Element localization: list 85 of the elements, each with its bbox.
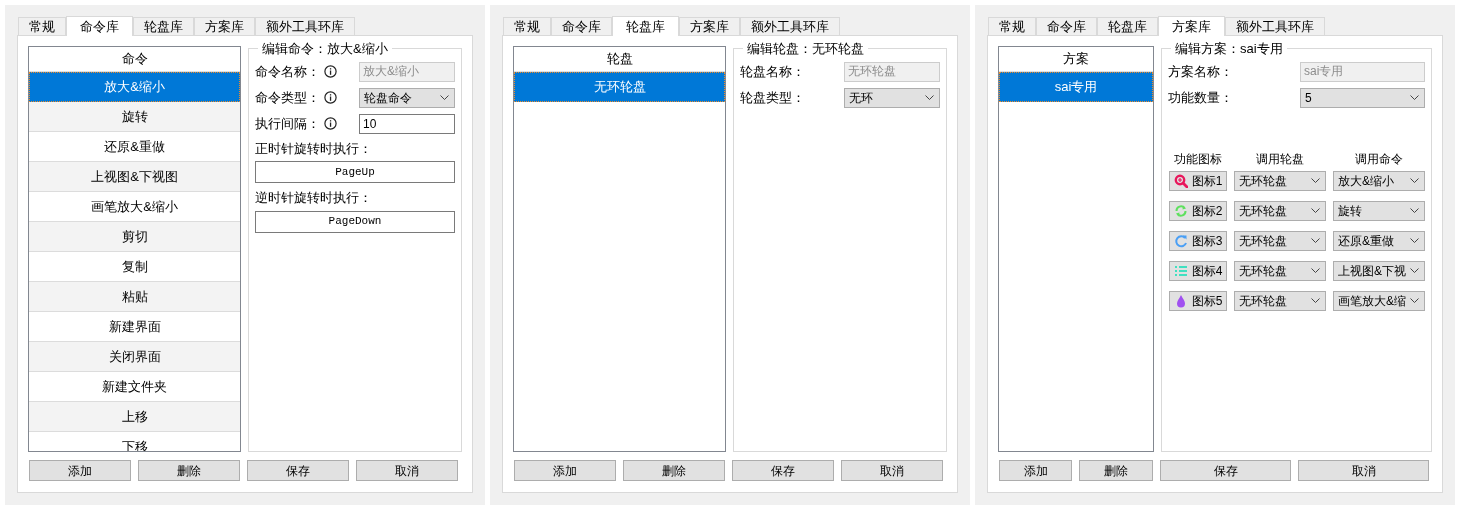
chevron-icon <box>1311 178 1320 183</box>
column-header: 调用命令 <box>1354 150 1404 168</box>
icon-button[interactable]: 图标4 <box>1169 260 1227 281</box>
chevron-icon <box>1410 238 1419 243</box>
dropdown[interactable]: 无环轮盘 <box>1234 200 1326 221</box>
dropdown[interactable]: 轮盘命令 <box>359 87 455 108</box>
chevron-icon <box>1410 298 1419 303</box>
dropdown[interactable]: 无环 <box>844 87 940 108</box>
key-field[interactable]: PageUp <box>255 161 455 183</box>
button[interactable]: 删除 <box>623 460 725 481</box>
button[interactable]: 取消 <box>356 460 458 481</box>
list-item[interactable]: 关闭界面 <box>29 342 240 372</box>
dropdown[interactable]: 旋转 <box>1333 200 1425 221</box>
list-item[interactable]: 无环轮盘 <box>514 72 725 102</box>
icon-button[interactable]: 图标3 <box>1169 230 1227 251</box>
tab[interactable]: 常规 <box>18 17 66 35</box>
group-title: 编辑方案：sai专用 <box>1174 40 1284 58</box>
tab[interactable]: 额外工具环库 <box>740 17 840 35</box>
tab[interactable]: 方案库 <box>1158 16 1225 36</box>
key-field[interactable]: PageDown <box>255 210 455 233</box>
icon-button[interactable]: 图标2 <box>1169 200 1227 221</box>
chevron-icon <box>925 95 934 100</box>
icon-button[interactable]: 图标1 <box>1169 170 1227 191</box>
list-item[interactable]: 剪切 <box>29 222 240 252</box>
button[interactable]: 添加 <box>29 460 131 481</box>
list-item[interactable]: 上移 <box>29 402 240 432</box>
button[interactable]: 保存 <box>247 460 349 481</box>
button[interactable]: 添加 <box>999 460 1072 481</box>
dropdown[interactable]: 5 <box>1300 87 1425 108</box>
dropdown[interactable]: 无环轮盘 <box>1234 230 1326 251</box>
button[interactable]: 删除 <box>1079 460 1153 481</box>
column-header: 功能图标 <box>1173 150 1223 168</box>
field-label: 方案名称： <box>1168 62 1233 81</box>
column-header: 调用轮盘 <box>1255 150 1305 168</box>
dropdown[interactable]: 画笔放大&缩 <box>1333 290 1425 311</box>
tab[interactable]: 方案库 <box>194 17 255 35</box>
tab[interactable]: 命令库 <box>551 17 612 35</box>
button[interactable]: 取消 <box>1298 460 1429 481</box>
dropdown[interactable]: 无环轮盘 <box>1234 260 1326 281</box>
button[interactable]: 删除 <box>138 460 240 481</box>
tab[interactable]: 命令库 <box>1036 17 1097 35</box>
list-item[interactable]: 粘贴 <box>29 282 240 312</box>
button[interactable]: 添加 <box>514 460 616 481</box>
button[interactable]: 保存 <box>1160 460 1291 481</box>
tab[interactable]: 额外工具环库 <box>1225 17 1325 35</box>
chevron-icon <box>1410 178 1419 183</box>
chevron-icon <box>440 95 449 100</box>
field-label: 命令名称： <box>255 62 320 81</box>
field-label: 逆时针旋转时执行： <box>255 189 373 207</box>
chevron-icon <box>1311 238 1320 243</box>
group-title: 编辑命令：放大&缩小 <box>261 40 389 58</box>
field-label: 轮盘名称： <box>740 62 805 81</box>
dropdown[interactable]: 还原&重做 <box>1333 230 1425 251</box>
tab[interactable]: 轮盘库 <box>612 16 679 36</box>
chevron-icon <box>1410 95 1419 100</box>
button[interactable]: 保存 <box>732 460 834 481</box>
tab[interactable]: 轮盘库 <box>133 17 194 35</box>
tab[interactable]: 额外工具环库 <box>255 17 355 35</box>
list-item[interactable]: 旋转 <box>29 102 240 132</box>
group-title: 编辑轮盘：无环轮盘 <box>746 40 865 58</box>
text-field[interactable]: 10 <box>359 113 455 134</box>
list-item[interactable]: 放大&缩小 <box>29 72 240 102</box>
chevron-icon <box>1410 268 1419 273</box>
dropdown[interactable]: 无环轮盘 <box>1234 170 1326 191</box>
chevron-icon <box>1311 298 1320 303</box>
tab[interactable]: 常规 <box>503 17 551 35</box>
dropdown[interactable]: 放大&缩小 <box>1333 170 1425 191</box>
tab[interactable]: 轮盘库 <box>1097 17 1158 35</box>
field-label: 正时针旋转时执行： <box>255 139 373 158</box>
chevron-icon <box>1311 208 1320 213</box>
field-label: 命令类型： <box>255 88 320 107</box>
icon-button[interactable]: 图标5 <box>1169 290 1227 311</box>
list-item[interactable]: 上视图&下视图 <box>29 162 240 192</box>
dropdown[interactable]: 无环轮盘 <box>1234 290 1326 311</box>
tab[interactable]: 方案库 <box>679 17 740 35</box>
button[interactable]: 取消 <box>841 460 943 481</box>
field-label: 轮盘类型： <box>740 88 805 107</box>
tab[interactable]: 常规 <box>988 17 1036 35</box>
field-label: 执行间隔： <box>255 114 320 133</box>
field-label: 功能数量： <box>1168 88 1233 107</box>
chevron-icon <box>1311 268 1320 273</box>
chevron-icon <box>1410 208 1419 213</box>
tab[interactable]: 命令库 <box>66 16 133 36</box>
list-item[interactable]: sai专用 <box>999 72 1153 102</box>
dropdown[interactable]: 上视图&下视 <box>1333 260 1425 281</box>
